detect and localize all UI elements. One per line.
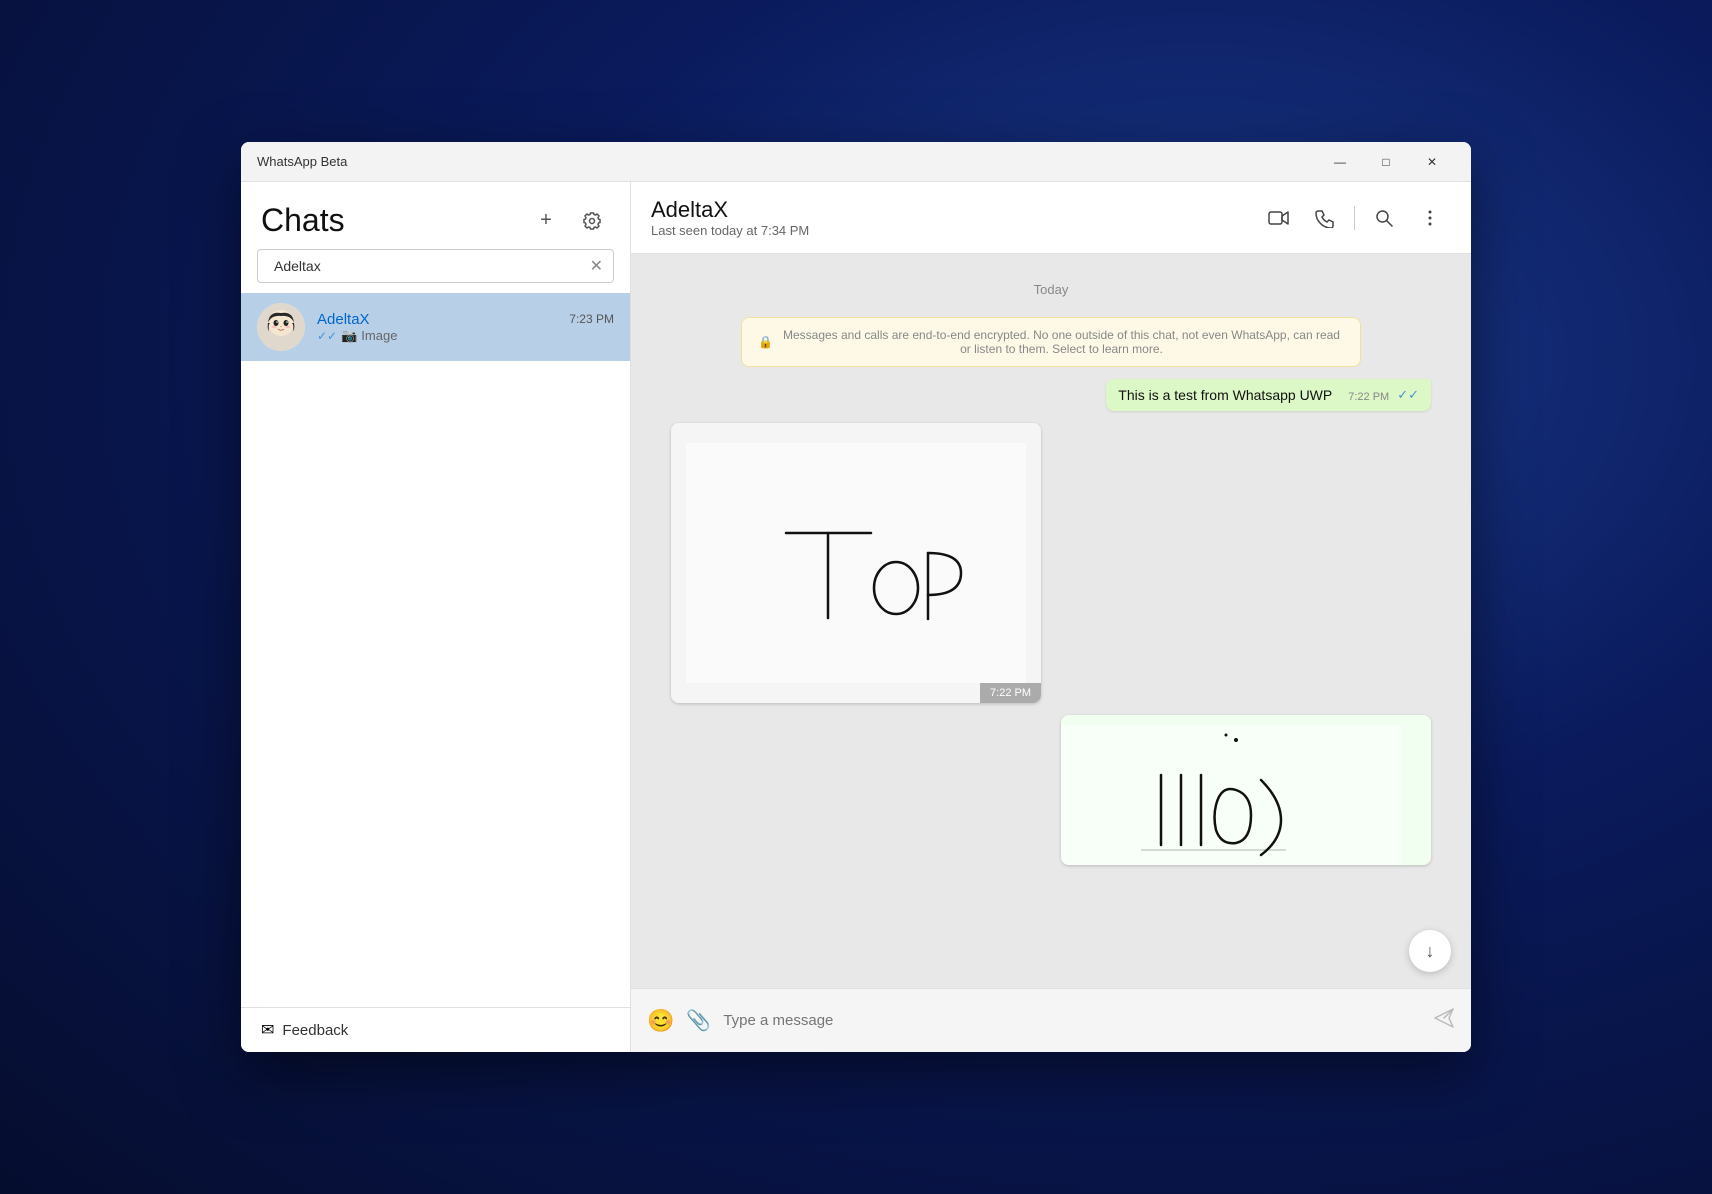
app-window: WhatsApp Beta — □ ✕ Chats + bbox=[241, 142, 1471, 1052]
main-content: Chats + ✕ bbox=[241, 182, 1471, 1052]
lock-icon: 🔒 bbox=[758, 335, 773, 349]
chat-item-preview: ✓✓ 📷 Image bbox=[317, 328, 614, 344]
feedback-label: Feedback bbox=[282, 1022, 348, 1039]
message-input-area: 😊 📎 bbox=[631, 988, 1471, 1052]
emoji-button[interactable]: 😊 bbox=[647, 1008, 674, 1034]
scroll-down-button[interactable]: ↓ bbox=[1409, 930, 1451, 972]
message-input[interactable] bbox=[723, 1012, 1421, 1029]
chat-list: AdeltaX 7:23 PM ✓✓ 📷 Image bbox=[241, 293, 630, 1007]
header-divider bbox=[1354, 206, 1355, 230]
search-bar: ✕ bbox=[257, 249, 614, 283]
messages-area[interactable]: Today 🔒 Messages and calls are end-to-en… bbox=[631, 254, 1471, 988]
avatar bbox=[257, 303, 305, 351]
chat-panel: AdeltaX Last seen today at 7:34 PM bbox=[631, 182, 1471, 1052]
sidebar: Chats + ✕ bbox=[241, 182, 631, 1052]
incoming-image-message: 7:22 PM bbox=[671, 423, 1041, 703]
attach-button[interactable]: 📎 bbox=[686, 1008, 711, 1033]
chat-contact-status: Last seen today at 7:34 PM bbox=[651, 223, 1258, 238]
minimize-button[interactable]: — bbox=[1317, 146, 1363, 178]
down-arrow-icon: ↓ bbox=[1426, 941, 1435, 962]
message-time: 7:22 PM bbox=[1348, 391, 1389, 403]
send-button[interactable] bbox=[1433, 1007, 1455, 1035]
maximize-button[interactable]: □ bbox=[1363, 146, 1409, 178]
window-title: WhatsApp Beta bbox=[257, 154, 1317, 169]
title-bar: WhatsApp Beta — □ ✕ bbox=[241, 142, 1471, 182]
settings-button[interactable] bbox=[574, 203, 610, 239]
voice-call-button[interactable] bbox=[1304, 197, 1346, 239]
encryption-notice[interactable]: 🔒 Messages and calls are end-to-end encr… bbox=[741, 317, 1361, 367]
outgoing-text-message: This is a test from Whatsapp UWP 7:22 PM… bbox=[1106, 379, 1431, 411]
video-call-button[interactable] bbox=[1258, 197, 1300, 239]
more-options-button[interactable] bbox=[1409, 197, 1451, 239]
message-tick-icon: ✓✓ bbox=[1397, 387, 1419, 403]
feedback-button[interactable]: ✉ Feedback bbox=[241, 1007, 630, 1052]
search-messages-button[interactable] bbox=[1363, 197, 1405, 239]
sidebar-title: Chats bbox=[261, 202, 345, 239]
chat-header-actions bbox=[1258, 197, 1451, 239]
chat-item-info: AdeltaX 7:23 PM ✓✓ 📷 Image bbox=[317, 311, 614, 344]
outgoing-image-message bbox=[1061, 715, 1431, 865]
window-controls: — □ ✕ bbox=[1317, 146, 1455, 178]
chat-header: AdeltaX Last seen today at 7:34 PM bbox=[631, 182, 1471, 254]
close-button[interactable]: ✕ bbox=[1409, 146, 1455, 178]
chat-item-time: 7:23 PM bbox=[569, 312, 614, 326]
handwriting-image bbox=[686, 443, 1026, 683]
encryption-text: Messages and calls are end-to-end encryp… bbox=[779, 328, 1344, 356]
search-input[interactable] bbox=[268, 250, 590, 282]
sidebar-header-icons: + bbox=[528, 203, 610, 239]
date-divider: Today bbox=[671, 282, 1431, 297]
message-text: This is a test from Whatsapp UWP bbox=[1118, 387, 1332, 403]
image-time-overlay: 7:22 PM bbox=[980, 683, 1041, 703]
feedback-envelope-icon: ✉ bbox=[261, 1020, 274, 1040]
tick-icon: ✓✓ bbox=[317, 329, 337, 343]
camera-icon: 📷 bbox=[341, 328, 357, 344]
chat-header-info: AdeltaX Last seen today at 7:34 PM bbox=[651, 197, 1258, 238]
sidebar-header: Chats + bbox=[241, 182, 630, 249]
outgoing-handwriting-image bbox=[1061, 725, 1401, 865]
image-content: 7:22 PM bbox=[671, 423, 1041, 703]
outgoing-image-content bbox=[1061, 715, 1431, 865]
chat-item-name: AdeltaX bbox=[317, 311, 370, 328]
chat-list-item[interactable]: AdeltaX 7:23 PM ✓✓ 📷 Image bbox=[241, 293, 630, 361]
preview-text: Image bbox=[361, 328, 397, 343]
chat-contact-name: AdeltaX bbox=[651, 197, 1258, 223]
search-clear-button[interactable]: ✕ bbox=[590, 256, 603, 276]
chat-item-top: AdeltaX 7:23 PM bbox=[317, 311, 614, 328]
new-chat-button[interactable]: + bbox=[528, 203, 564, 239]
